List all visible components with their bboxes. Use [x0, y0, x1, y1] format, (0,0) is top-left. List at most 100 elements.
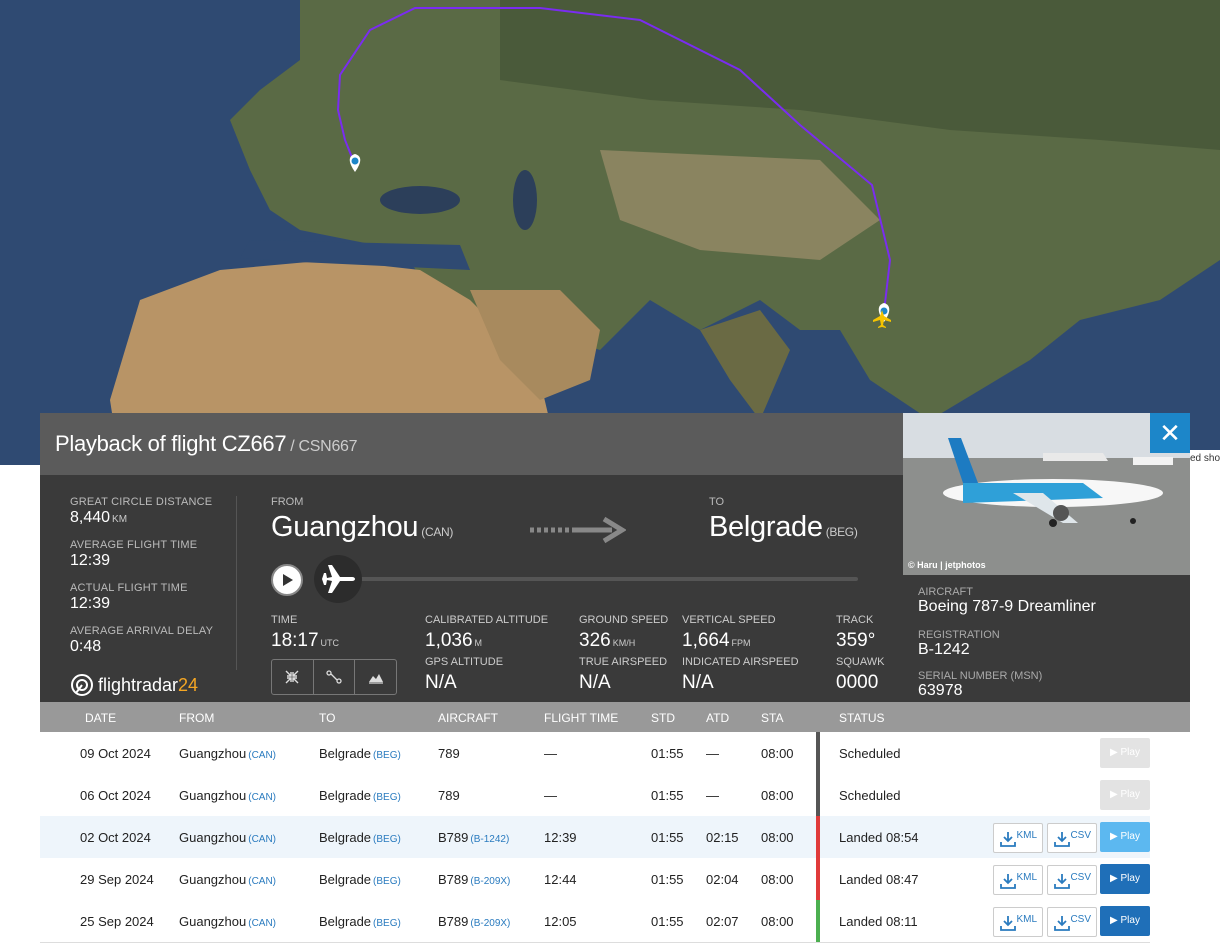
- gs-label: GROUND SPEED: [579, 614, 669, 626]
- row-from-code[interactable]: (CAN): [248, 918, 276, 929]
- row-aircraft: B789 (B-1242): [438, 830, 509, 845]
- table-row[interactable]: 29 Sep 2024 Guangzhou (CAN) Belgrade (BEG) B7…: [40, 858, 1150, 901]
- row-atd: 02:04: [706, 872, 739, 887]
- row-from-code[interactable]: (CAN): [248, 750, 276, 761]
- photo-credit[interactable]: © Haru | jetphotos: [908, 560, 986, 570]
- download-icon: [1000, 874, 1016, 889]
- row-atd: 02:15: [706, 830, 739, 845]
- vs-label: VERTICAL SPEED: [682, 614, 776, 626]
- flight-map[interactable]: [0, 0, 1220, 465]
- row-aircraft-reg[interactable]: (B-209X): [470, 876, 510, 887]
- row-to-code[interactable]: (BEG): [373, 876, 401, 887]
- row-to-code[interactable]: (BEG): [373, 918, 401, 929]
- status-indicator: [816, 732, 820, 774]
- row-aircraft: 789: [438, 788, 462, 803]
- actual-time-value: 12:39: [70, 595, 111, 612]
- gs-unit: KM/H: [612, 638, 636, 648]
- row-from-code[interactable]: (CAN): [248, 834, 276, 845]
- actual-time-label: ACTUAL FLIGHT TIME: [70, 582, 188, 594]
- kml-download-button[interactable]: KML: [993, 823, 1043, 853]
- row-date: 29 Sep 2024: [80, 872, 154, 887]
- row-aircraft-reg[interactable]: (B-209X): [470, 918, 510, 929]
- row-play-button[interactable]: ▶ Play: [1100, 738, 1150, 768]
- logo-num: 24: [178, 674, 199, 695]
- timeline-handle[interactable]: [314, 555, 362, 603]
- origin-city-name: Guangzhou: [271, 511, 419, 543]
- row-to-code[interactable]: (BEG): [373, 750, 401, 761]
- csv-download-button[interactable]: CSV: [1047, 865, 1097, 895]
- row-sta: 08:00: [761, 788, 794, 803]
- download-icon: [1054, 832, 1070, 847]
- row-from-city: Guangzhou: [179, 788, 247, 803]
- row-to: Belgrade (BEG): [319, 872, 401, 887]
- row-status: Landed 08:47: [839, 872, 919, 887]
- squawk-label: SQUAWK: [836, 656, 885, 668]
- row-atd: 02:07: [706, 914, 739, 929]
- row-play-button[interactable]: ▶ Play: [1100, 822, 1150, 852]
- row-flight-time: 12:39: [544, 830, 577, 845]
- panel-title: Playback of flight CZ667/ CSN667: [55, 431, 358, 457]
- row-aircraft-type: B789: [438, 914, 469, 929]
- gcd-unit: KM: [112, 514, 128, 525]
- destination-city: Belgrade (BEG): [709, 511, 858, 544]
- kml-download-button[interactable]: KML: [993, 907, 1043, 937]
- history-table-header: DATE FROM TO AIRCRAFT FLIGHT TIME STD AT…: [40, 702, 1190, 732]
- download-icon: [1000, 916, 1016, 931]
- row-from-city: Guangzhou: [179, 914, 247, 929]
- logo-text: flightradar: [98, 674, 179, 695]
- avg-time-label: AVERAGE FLIGHT TIME: [70, 539, 198, 551]
- row-play-button[interactable]: ▶ Play: [1100, 864, 1150, 894]
- playback-timeline[interactable]: [358, 577, 858, 581]
- row-to: Belgrade (BEG): [319, 746, 401, 761]
- row-to-city: Belgrade: [319, 746, 372, 761]
- table-row[interactable]: 06 Oct 2024 Guangzhou (CAN) Belgrade (BEG) 78…: [40, 774, 1150, 817]
- table-row[interactable]: 09 Oct 2024 Guangzhou (CAN) Belgrade (BEG) 78…: [40, 732, 1150, 775]
- row-status: Scheduled: [839, 788, 901, 803]
- track-label: TRACK: [836, 614, 874, 626]
- stat-gcd: GREAT CIRCLE DISTANCE 8,440 KM: [70, 496, 212, 527]
- row-from-city: Guangzhou: [179, 872, 247, 887]
- table-row[interactable]: 02 Oct 2024 Guangzhou (CAN) Belgrade (BEG) B7…: [40, 816, 1150, 859]
- gcd-value: 8,440: [70, 509, 111, 526]
- close-button[interactable]: ✕: [1150, 413, 1190, 453]
- collapse-button[interactable]: [272, 660, 314, 694]
- route-button[interactable]: [314, 660, 356, 694]
- black-sea: [380, 186, 460, 214]
- row-std: 01:55: [651, 830, 684, 845]
- row-aircraft-reg[interactable]: (B-1242): [470, 834, 509, 845]
- origin-city: Guangzhou (CAN): [271, 511, 453, 544]
- flightradar24-logo[interactable]: flightradar 24: [70, 673, 198, 697]
- stat-avg-time: AVERAGE FLIGHT TIME 12:39: [70, 539, 197, 570]
- row-aircraft-type: 789: [438, 788, 460, 803]
- row-play-button[interactable]: ▶ Play: [1100, 906, 1150, 936]
- row-from-code[interactable]: (CAN): [248, 792, 276, 803]
- aircraft-label: AIRCRAFT: [918, 586, 973, 598]
- row-from: Guangzhou (CAN): [179, 746, 276, 761]
- csv-download-button[interactable]: CSV: [1047, 907, 1097, 937]
- vs: 1,664 FPM: [682, 630, 751, 652]
- row-flight-time: —: [544, 788, 557, 803]
- graph-button[interactable]: [355, 660, 396, 694]
- row-to-code[interactable]: (BEG): [373, 834, 401, 845]
- download-icon: [1054, 874, 1070, 889]
- gps-alt-value: N/A: [425, 672, 457, 693]
- row-from-city: Guangzhou: [179, 746, 247, 761]
- row-play-button[interactable]: ▶ Play: [1100, 780, 1150, 810]
- msn-label: SERIAL NUMBER (MSN): [918, 670, 1043, 682]
- kml-download-button[interactable]: KML: [993, 865, 1043, 895]
- airplane-icon: [322, 565, 355, 593]
- download-icon: [1000, 832, 1016, 847]
- collapse-icon: [285, 670, 299, 684]
- row-from-code[interactable]: (CAN): [248, 876, 276, 887]
- row-to-code[interactable]: (BEG): [373, 792, 401, 803]
- from-label: FROM: [271, 496, 304, 508]
- row-flight-time: 12:44: [544, 872, 577, 887]
- row-to-city: Belgrade: [319, 830, 372, 845]
- ias-label: INDICATED AIRSPEED: [682, 656, 799, 668]
- playback-play-button[interactable]: [271, 564, 303, 596]
- csv-download-button[interactable]: CSV: [1047, 823, 1097, 853]
- aircraft-photo[interactable]: [903, 413, 1190, 575]
- row-aircraft: B789 (B-209X): [438, 872, 510, 887]
- kml-label: KML: [1016, 830, 1037, 841]
- gps-alt-label: GPS ALTITUDE: [425, 656, 504, 668]
